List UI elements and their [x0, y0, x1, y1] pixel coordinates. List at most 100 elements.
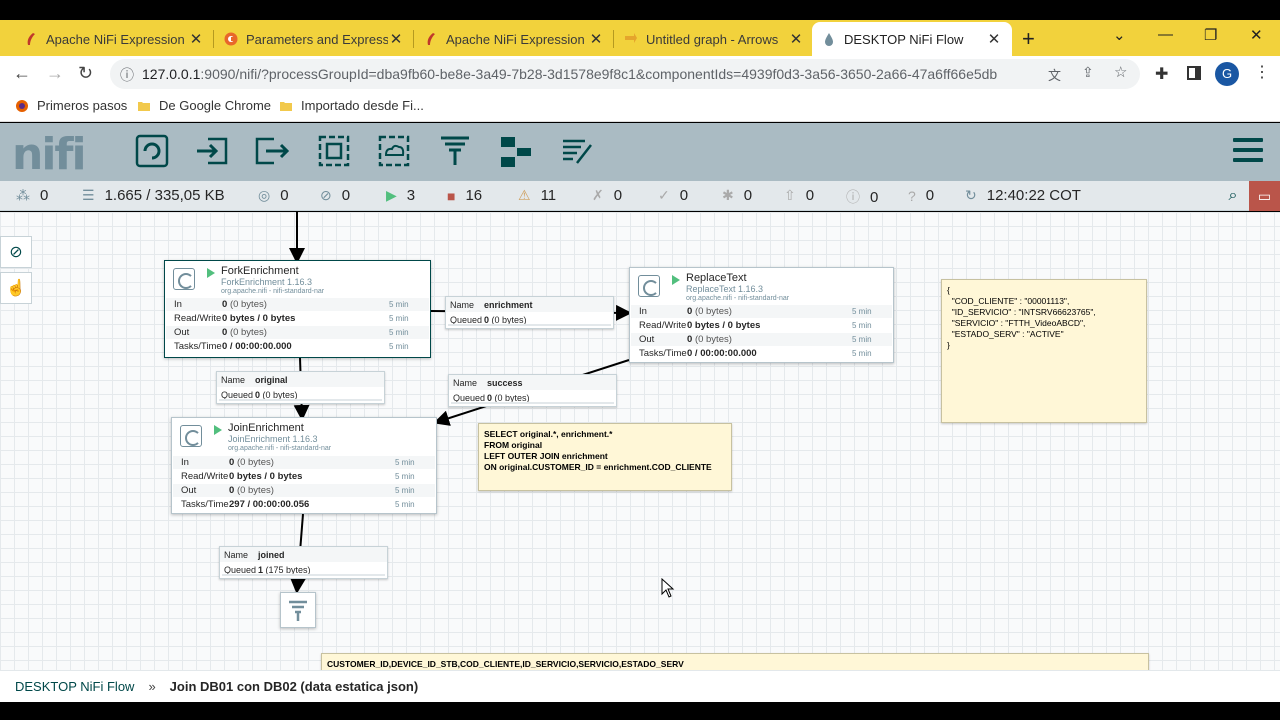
address-bar[interactable]: ⓘ 127.0.0.1:9090/nifi/?processGroupId=db…: [110, 59, 1140, 89]
toolbar: ← → ↻ ⓘ 127.0.0.1:9090/nifi/?processGrou…: [0, 56, 1280, 92]
processor-name: ForkEnrichment: [221, 265, 299, 277]
profile-avatar[interactable]: G: [1215, 62, 1239, 86]
stat-label: Tasks/Time: [181, 499, 229, 510]
queue-icon: ☰: [82, 187, 95, 203]
bookmark-google-chrome[interactable]: De Google Chrome: [137, 98, 271, 113]
connection-enrichment[interactable]: Name enrichment Queued 0 (0 bytes): [445, 296, 614, 329]
arrows-icon: [625, 33, 637, 43]
share-icon[interactable]: ⇪: [1082, 64, 1094, 81]
running-icon: [214, 425, 222, 435]
remote-process-group-tool-icon[interactable]: [376, 133, 412, 169]
bulletin-icon[interactable]: ▭: [1249, 181, 1280, 211]
connection-original[interactable]: Name original Queued 0 (0 bytes): [216, 371, 385, 404]
connection-key: Queued: [221, 389, 254, 400]
breadcrumb-current[interactable]: Join DB01 con DB02 (data estatica json): [170, 679, 419, 694]
label-tool-icon[interactable]: [559, 133, 595, 169]
close-icon[interactable]: ✕: [588, 30, 604, 48]
label-sql-query[interactable]: SELECT original.*, enrichment.* FROM ori…: [478, 423, 732, 491]
stat-bytes: (0 bytes): [236, 457, 274, 468]
connection-name-row: Name enrichment: [446, 297, 613, 312]
connection-name: joined: [258, 549, 285, 560]
locally-modified-stale-count: ⓘ 0: [846, 187, 878, 207]
browser-menu-icon[interactable]: ⋮: [1254, 62, 1270, 82]
threads-icon: ⁂: [16, 187, 30, 203]
side-panel-icon[interactable]: [1187, 66, 1201, 80]
template-tool-icon[interactable]: [498, 133, 534, 169]
stat-row-in: In 0 (0 bytes) 5 min: [166, 298, 429, 312]
last-refreshed[interactable]: ↻ 12:40:22 COT: [965, 187, 1081, 204]
stat-row-out: Out 0 (0 bytes) 5 min: [631, 333, 892, 347]
stat-row-tasks: Tasks/Time 0 / 00:00:00.000 5 min: [631, 347, 892, 361]
url-host: 127.0.0.1: [142, 66, 201, 82]
connection-success[interactable]: Name success Queued 0 (0 bytes): [448, 374, 617, 407]
breadcrumb-root-link[interactable]: DESKTOP NiFi Flow: [15, 679, 134, 694]
bookmark-importado[interactable]: Importado desde Fi...: [279, 98, 424, 113]
close-window-icon[interactable]: ✕: [1250, 26, 1263, 44]
process-group-tool-icon[interactable]: [316, 133, 352, 169]
close-icon[interactable]: ✕: [388, 30, 404, 48]
restore-icon[interactable]: ❐: [1204, 26, 1217, 44]
tab-search-icon[interactable]: ⌄: [1113, 26, 1126, 44]
reload-icon[interactable]: ↻: [78, 63, 93, 84]
funnel[interactable]: [280, 592, 316, 628]
backpressure-bar: [448, 324, 611, 326]
flow-canvas[interactable]: ⊘ ☝ ForkEnrichment ForkEnrichment 1.16.3…: [0, 212, 1280, 670]
back-icon[interactable]: ←: [13, 63, 31, 84]
tab-parameters[interactable]: Parameters and Expressio ✕: [214, 22, 414, 56]
processor-tool-icon[interactable]: [134, 133, 170, 169]
navigate-compass-icon[interactable]: ⊘: [0, 236, 32, 268]
running-value: 3: [406, 187, 416, 204]
disabled-value: 0: [613, 187, 623, 204]
close-icon[interactable]: ✕: [788, 30, 804, 48]
stat-label: Tasks/Time: [639, 348, 687, 359]
transmitting-icon: ◎: [258, 187, 271, 203]
processor-fork-enrichment[interactable]: ForkEnrichment ForkEnrichment 1.16.3 org…: [164, 260, 431, 358]
connection-key: Name: [450, 299, 475, 310]
processor-type: JoinEnrichment 1.16.3: [228, 434, 318, 444]
stat-label: In: [181, 457, 189, 468]
minimize-icon[interactable]: —: [1158, 26, 1173, 43]
input-port-tool-icon[interactable]: [194, 133, 230, 169]
tab-nifi-expression-2[interactable]: Apache NiFi Expression La ✕: [414, 22, 614, 56]
processor-join-enrichment[interactable]: JoinEnrichment JoinEnrichment 1.16.3 org…: [171, 417, 437, 514]
processor-name: ReplaceText: [686, 272, 747, 284]
bookmark-label: De Google Chrome: [159, 98, 271, 113]
queued-count: 0: [484, 314, 490, 325]
tab-desktop-nifi-flow[interactable]: DESKTOP NiFi Flow ✕: [812, 22, 1012, 56]
label-text: SELECT original.*, enrichment.* FROM ori…: [484, 429, 712, 472]
close-icon[interactable]: ✕: [986, 30, 1002, 48]
locally-modified-value: 0: [743, 187, 753, 204]
tab-arrows[interactable]: Untitled graph - Arrows ✕: [614, 22, 814, 56]
exclamation-circle-icon: ⓘ: [846, 189, 860, 205]
bookmark-star-icon[interactable]: ☆: [1114, 63, 1127, 81]
queued-bytes: (175 bytes): [265, 564, 311, 575]
question-icon: ?: [908, 187, 916, 204]
url-text[interactable]: 127.0.0.1:9090/nifi/?processGroupId=dba9…: [142, 66, 997, 82]
stat-window: 5 min: [395, 500, 415, 509]
label-csv-output[interactable]: CUSTOMER_ID,DEVICE_ID_STB,COD_CLIENTE,ID…: [321, 653, 1149, 670]
output-port-tool-icon[interactable]: [254, 133, 290, 169]
processor-bundle: org.apache.nifi - nifi-standard-nar: [686, 295, 790, 302]
translate-icon[interactable]: 文: [1048, 65, 1061, 84]
stat-value: 0: [222, 327, 228, 338]
site-info-icon[interactable]: ⓘ: [120, 65, 134, 85]
label-json-sample[interactable]: { "COD_CLIENTE" : "00001113", "ID_SERVIC…: [941, 279, 1147, 423]
check-icon: ✓: [658, 187, 670, 203]
connection-key: Queued: [224, 564, 257, 575]
tab-nifi-expression-1[interactable]: Apache NiFi Expression La ✕: [14, 22, 214, 56]
global-menu-icon[interactable]: [1233, 138, 1263, 166]
stat-label: Read/Write: [181, 471, 229, 482]
tab-label: Apache NiFi Expression La: [46, 31, 188, 47]
extensions-icon[interactable]: ✚: [1155, 64, 1168, 84]
search-icon[interactable]: ⌕: [1217, 181, 1249, 211]
processor-replace-text[interactable]: ReplaceText ReplaceText 1.16.3 org.apach…: [629, 267, 894, 363]
funnel-tool-icon[interactable]: [437, 133, 473, 169]
connection-joined[interactable]: Name joined Queued 1 (175 bytes): [219, 546, 388, 579]
operate-hand-icon[interactable]: ☝: [0, 272, 32, 304]
up-to-date-count: ✓ 0: [658, 187, 688, 204]
bookmark-primeros-pasos[interactable]: Primeros pasos: [15, 98, 127, 113]
close-icon[interactable]: ✕: [188, 30, 204, 48]
stat-row-in: In 0 (0 bytes) 5 min: [173, 456, 435, 470]
new-tab-button[interactable]: +: [1022, 26, 1035, 52]
forward-icon[interactable]: →: [46, 63, 64, 84]
